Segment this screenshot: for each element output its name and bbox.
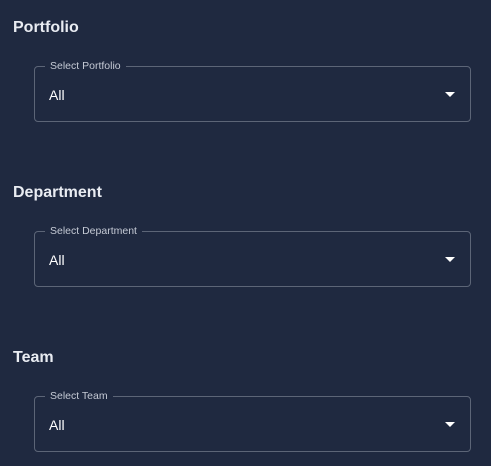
team-select[interactable]: Select Team All — [34, 389, 471, 452]
portfolio-select-label: Select Portfolio — [45, 59, 126, 73]
portfolio-heading: Portfolio — [13, 19, 79, 36]
team-heading: Team — [13, 349, 54, 366]
caret-down-icon[interactable] — [445, 257, 455, 262]
portfolio-select-value: All — [49, 87, 65, 103]
team-select-label: Select Team — [45, 389, 113, 403]
department-select-label: Select Department — [45, 224, 142, 238]
department-heading: Department — [13, 184, 102, 201]
department-select[interactable]: Select Department All — [34, 224, 471, 287]
team-select-value: All — [49, 417, 65, 433]
caret-down-icon[interactable] — [445, 422, 455, 427]
caret-down-icon[interactable] — [445, 92, 455, 97]
department-select-value: All — [49, 252, 65, 268]
portfolio-select[interactable]: Select Portfolio All — [34, 59, 471, 122]
